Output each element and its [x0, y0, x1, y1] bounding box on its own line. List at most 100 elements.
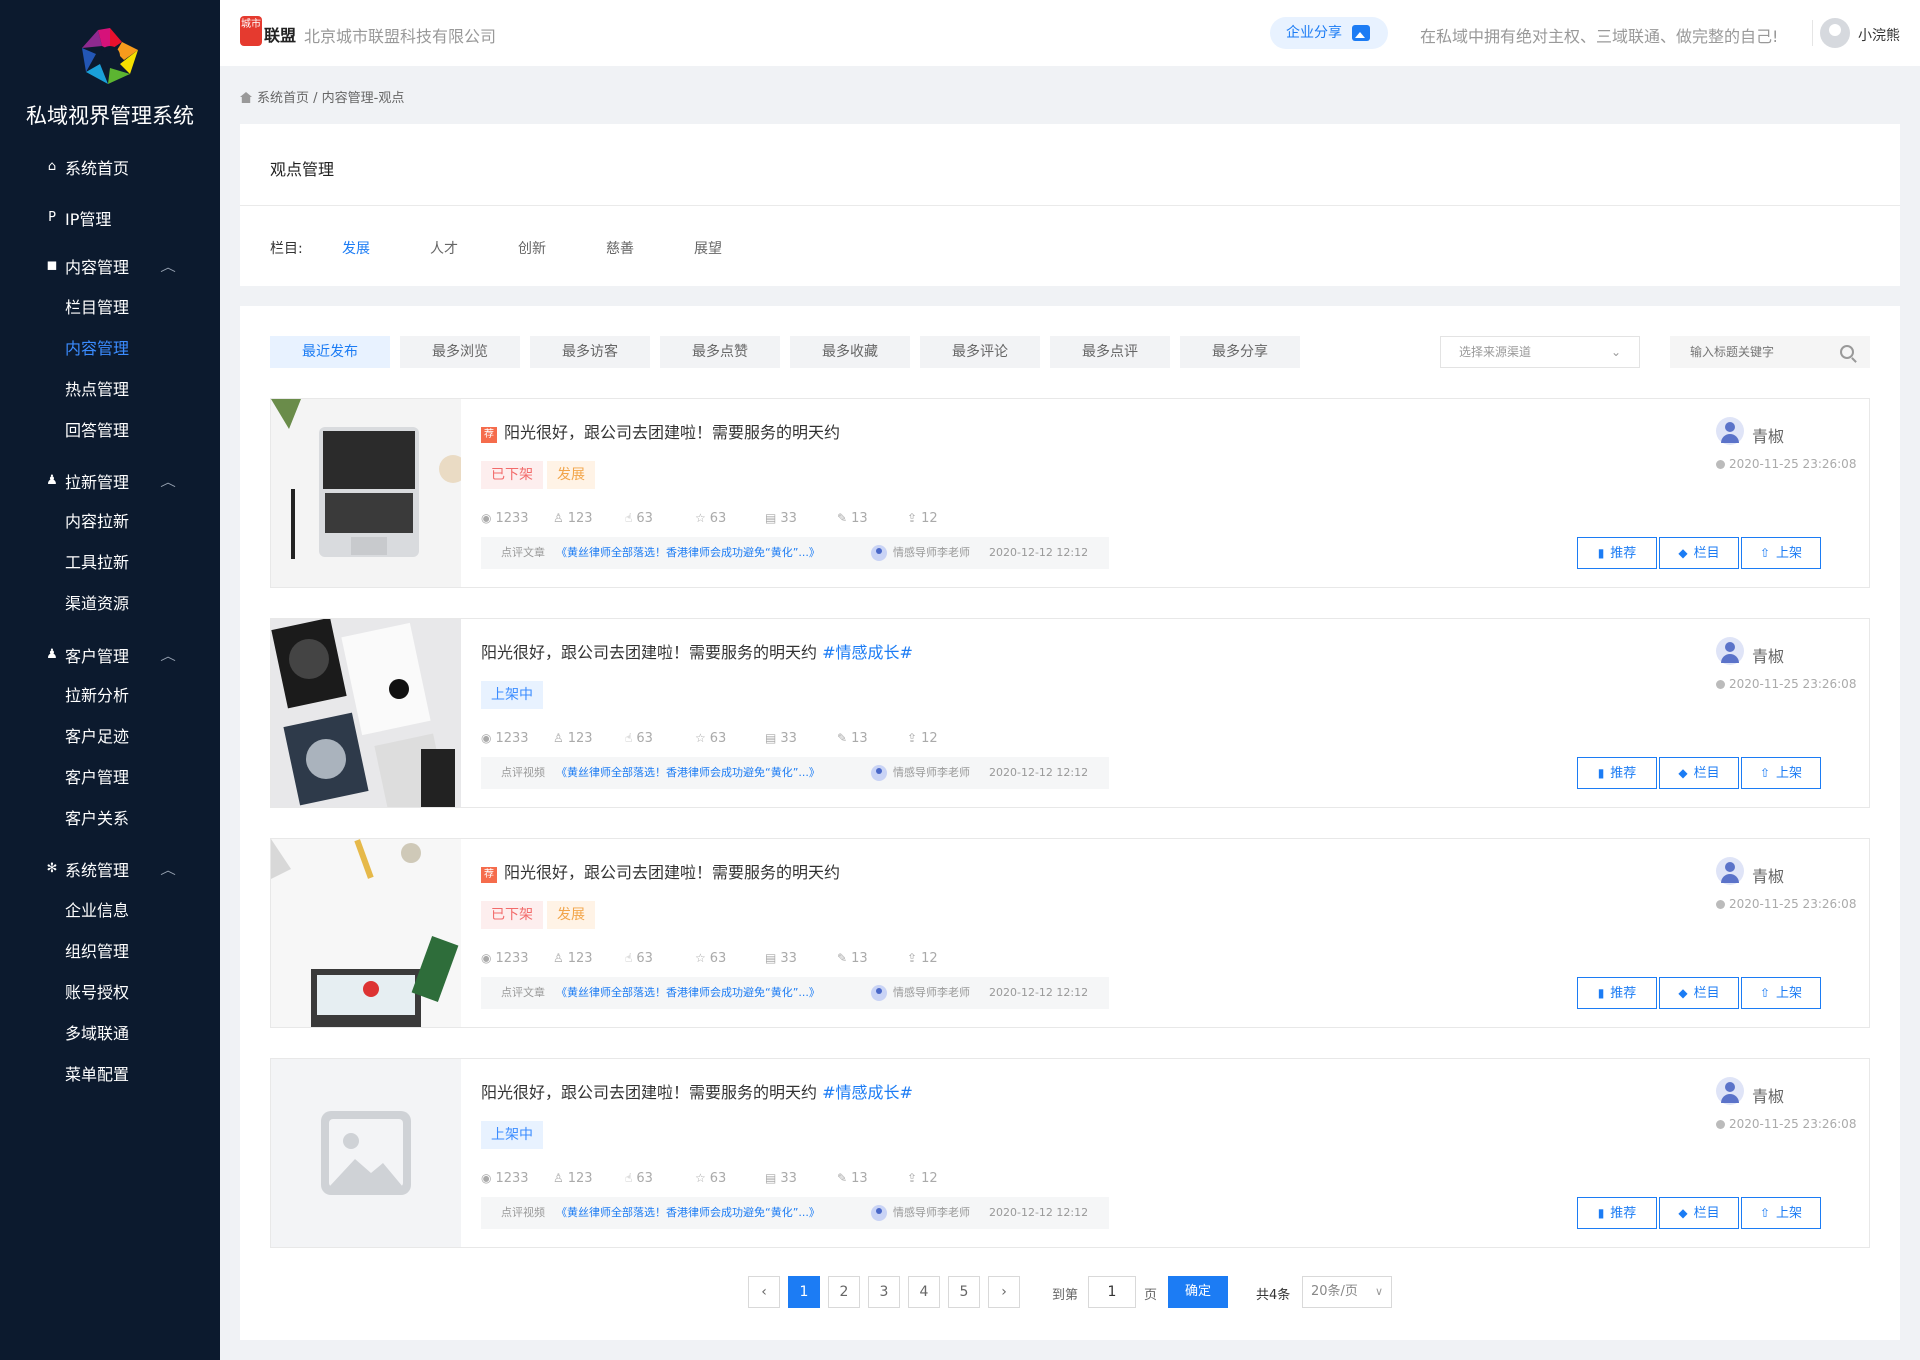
goto-page-input[interactable]: [1088, 1276, 1136, 1308]
column-button[interactable]: ◆ 栏目: [1659, 977, 1739, 1009]
card-title[interactable]: 荐阳光很好，跟公司去团建啦！需要服务的明天约: [481, 859, 840, 883]
search-icon[interactable]: [1840, 345, 1854, 359]
status-badge: 上架中: [481, 1121, 543, 1149]
recommend-button[interactable]: ▮ 推荐: [1577, 757, 1657, 789]
stat-reviews: ✎ 13: [837, 951, 868, 966]
page-button[interactable]: 1: [788, 1276, 820, 1308]
commenter-avatar: [871, 545, 887, 561]
sort-tab[interactable]: 最多分享: [1180, 336, 1300, 368]
comment-type: 点评文章: [501, 986, 545, 999]
hashtag[interactable]: #情感成长#: [822, 1083, 913, 1102]
sort-tab[interactable]: 最多评论: [920, 336, 1040, 368]
column-tab[interactable]: 慈善: [606, 238, 634, 258]
sort-tab[interactable]: 最多访客: [530, 336, 650, 368]
search-input[interactable]: [1690, 345, 1840, 359]
column-button[interactable]: ◆ 栏目: [1659, 757, 1739, 789]
stat-value: 1233: [495, 731, 529, 746]
source-channel-select[interactable]: 选择来源渠道 ⌄: [1440, 336, 1640, 368]
page-button[interactable]: 3: [868, 1276, 900, 1308]
publish-button[interactable]: ⇧ 上架: [1741, 1197, 1821, 1229]
nav-sub-item[interactable]: 热点管理: [65, 373, 129, 407]
comment-link[interactable]: 《黄丝律师全部落选！香港律师会成功避免“黄化”...》: [556, 537, 820, 569]
stat-value: 12: [921, 511, 938, 526]
comment-link[interactable]: 《黄丝律师全部落选！香港律师会成功避免“黄化”...》: [556, 977, 820, 1009]
nav-sub-item[interactable]: 栏目管理: [65, 291, 129, 325]
nav-sub-item[interactable]: 渠道资源: [65, 587, 129, 621]
action-label: 栏目: [1693, 546, 1720, 561]
nav-sub-item[interactable]: 工具拉新: [65, 546, 129, 580]
recommend-button[interactable]: ▮ 推荐: [1577, 1197, 1657, 1229]
breadcrumb-text[interactable]: 系统首页 / 内容管理-观点: [257, 91, 404, 106]
recommend-button[interactable]: ▮ 推荐: [1577, 537, 1657, 569]
card-title[interactable]: 阳光很好，跟公司去团建啦！需要服务的明天约 #情感成长#: [481, 639, 913, 663]
nav-sub-item[interactable]: 客户足迹: [65, 720, 129, 754]
next-page-button[interactable]: ›: [988, 1276, 1020, 1308]
stat-shares: ⇪ 12: [907, 1171, 938, 1186]
share-icon: ⇪: [907, 1171, 918, 1185]
nav-sub-item[interactable]: 多域联通: [65, 1017, 129, 1051]
nav-sub-item[interactable]: 账号授权: [65, 976, 129, 1010]
nav-user-add[interactable]: ♟ 拉新管理 ︿: [0, 461, 220, 501]
nav-gear[interactable]: ✻ 系统管理 ︿: [0, 849, 220, 889]
enterprise-share-button[interactable]: 企业分享: [1270, 17, 1388, 49]
nav-sub-item[interactable]: 内容拉新: [65, 505, 129, 539]
publish-button[interactable]: ⇧ 上架: [1741, 977, 1821, 1009]
comment-link[interactable]: 《黄丝律师全部落选！香港律师会成功避免“黄化”...》: [556, 757, 820, 789]
column-tab[interactable]: 人才: [430, 238, 458, 258]
nav-home[interactable]: ⌂ 系统首页: [0, 147, 220, 187]
card-title-text: 阳光很好，跟公司去团建啦！需要服务的明天约: [504, 863, 841, 882]
sort-tab[interactable]: 最近发布: [270, 336, 390, 368]
column-tab[interactable]: 展望: [694, 238, 722, 258]
share-icon: ⇪: [907, 951, 918, 965]
sort-tab[interactable]: 最多点赞: [660, 336, 780, 368]
nav-sub-item[interactable]: 组织管理: [65, 935, 129, 969]
page-button[interactable]: 2: [828, 1276, 860, 1308]
goto-confirm-button[interactable]: 确定: [1168, 1276, 1228, 1308]
company-name: 北京城市联盟科技有限公司: [304, 27, 497, 46]
home-icon[interactable]: [240, 92, 252, 103]
column-tab[interactable]: 创新: [518, 238, 546, 258]
nav-users[interactable]: ♟ 客户管理 ︿: [0, 635, 220, 675]
sort-tab[interactable]: 最多收藏: [790, 336, 910, 368]
publish-button[interactable]: ⇧ 上架: [1741, 537, 1821, 569]
sort-tab[interactable]: 最多点评: [1050, 336, 1170, 368]
column-button[interactable]: ◆ 栏目: [1659, 537, 1739, 569]
comment-icon: ▤: [765, 1171, 777, 1185]
action-label: 栏目: [1693, 986, 1720, 1001]
page-size-select[interactable]: 20条/页 ∨: [1302, 1276, 1392, 1308]
sort-tab[interactable]: 最多浏览: [400, 336, 520, 368]
column-button[interactable]: ◆ 栏目: [1659, 1197, 1739, 1229]
search-field[interactable]: [1670, 336, 1870, 368]
column-tab[interactable]: 发展: [342, 238, 370, 258]
comment-link[interactable]: 《黄丝律师全部落选！香港律师会成功避免“黄化”...》: [556, 1197, 820, 1229]
eye-icon: ◉: [481, 511, 492, 525]
nav-box[interactable]: ◼ 内容管理 ︿: [0, 246, 220, 286]
comment-icon: ▤: [765, 511, 777, 525]
content-card[interactable]: 阳光很好，跟公司去团建啦！需要服务的明天约 #情感成长# 上架中 ◉ 1233 ♙ 123…: [270, 1058, 1870, 1248]
prev-page-button[interactable]: ‹: [748, 1276, 780, 1308]
nav-sub-item[interactable]: 企业信息: [65, 894, 129, 928]
comment-type: 点评视频: [501, 766, 545, 779]
user-avatar[interactable]: [1820, 18, 1850, 48]
user-name[interactable]: 小浣熊: [1858, 25, 1900, 45]
card-title[interactable]: 荐阳光很好，跟公司去团建啦！需要服务的明天约: [481, 419, 840, 443]
content-card[interactable]: 荐阳光很好，跟公司去团建啦！需要服务的明天约 已下架 发展 ◉ 1233 ♙ 123 ☝ 63 ☆…: [270, 398, 1870, 588]
nav-sub-item[interactable]: 内容管理: [65, 332, 129, 366]
page-button[interactable]: 4: [908, 1276, 940, 1308]
recommend-button[interactable]: ▮ 推荐: [1577, 977, 1657, 1009]
card-title[interactable]: 阳光很好，跟公司去团建啦！需要服务的明天约 #情感成长#: [481, 1079, 913, 1103]
nav-sub-item[interactable]: 菜单配置: [65, 1058, 129, 1092]
nav-sub-item[interactable]: 回答管理: [65, 414, 129, 448]
nav-sub-item[interactable]: 客户关系: [65, 802, 129, 836]
nav-sub-item[interactable]: 客户管理: [65, 761, 129, 795]
publish-button[interactable]: ⇧ 上架: [1741, 757, 1821, 789]
stat-shares: ⇪ 12: [907, 511, 938, 526]
content-card[interactable]: 阳光很好，跟公司去团建啦！需要服务的明天约 #情感成长# 上架中 ◉ 1233 ♙ 123…: [270, 618, 1870, 808]
nav-sub-item[interactable]: 拉新分析: [65, 679, 129, 713]
hashtag[interactable]: #情感成长#: [822, 643, 913, 662]
content-card[interactable]: 荐阳光很好，跟公司去团建啦！需要服务的明天约 已下架 发展 ◉ 1233 ♙ 123 ☝ 63 ☆…: [270, 838, 1870, 1028]
comment-bar: 点评视频 《黄丝律师全部落选！香港律师会成功避免“黄化”...》 情感导师李老师 20…: [481, 1197, 1109, 1229]
page-button[interactable]: 5: [948, 1276, 980, 1308]
nav-ip[interactable]: P IP管理: [0, 198, 220, 238]
edit-icon: ✎: [837, 731, 848, 745]
